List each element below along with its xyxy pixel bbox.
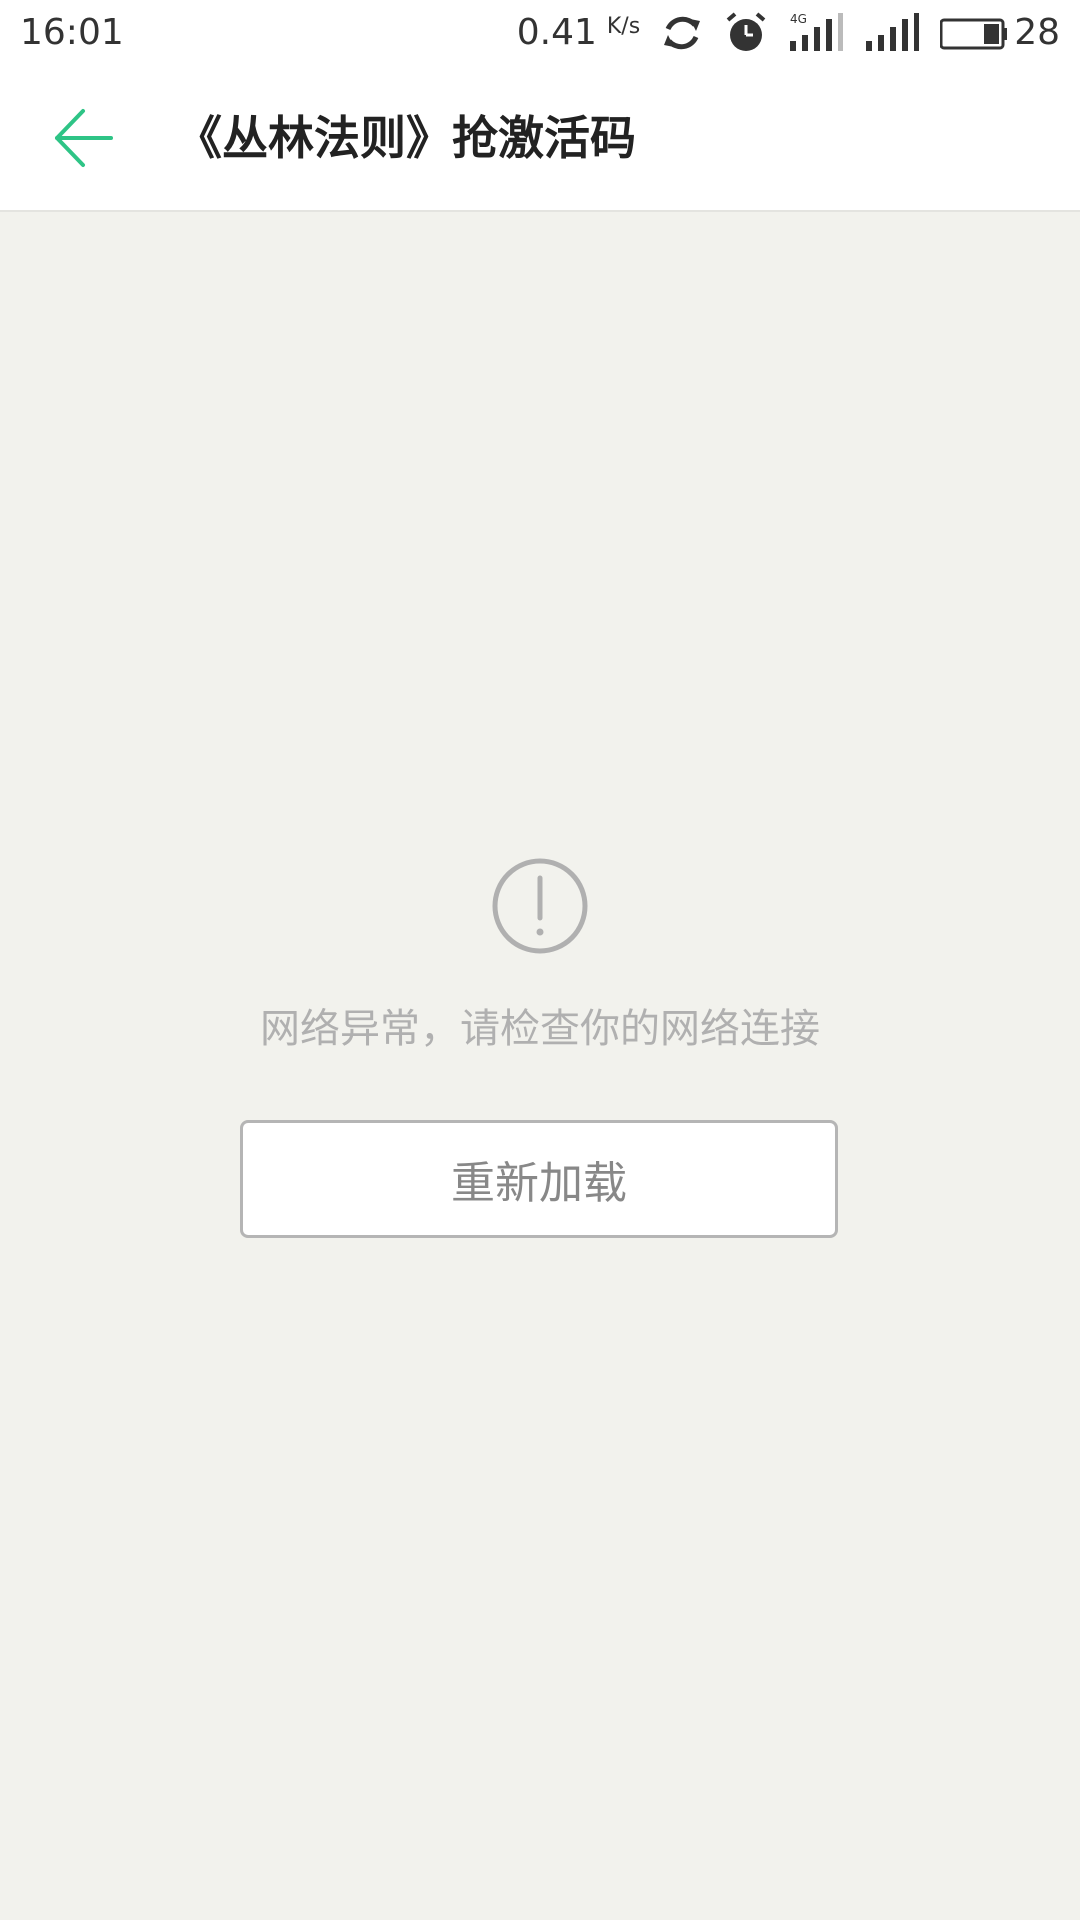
page-title: 《丛林法则》抢激活码 — [176, 111, 636, 165]
network-speed-unit: K/s — [606, 14, 641, 39]
error-message: 网络异常，请检查你的网络连接 — [260, 1006, 820, 1052]
reload-button[interactable]: 重新加载 — [240, 1120, 838, 1238]
sync-icon — [664, 16, 701, 50]
network-speed-value: 0.41 — [516, 12, 597, 53]
back-button[interactable] — [36, 98, 132, 178]
back-arrow-icon — [55, 109, 113, 167]
svg-text:4G: 4G — [790, 12, 807, 26]
exclamation-circle-icon — [492, 858, 588, 954]
signal-4g-icon: 4G — [790, 12, 844, 51]
status-indicators: 0.41 K/s 4G 28 — [517, 8, 1060, 58]
battery-percent: 28 — [1014, 12, 1060, 53]
network-error-panel: 网络异常，请检查你的网络连接 — [0, 856, 1080, 1054]
battery-icon — [940, 18, 1008, 50]
signal-icon — [866, 13, 920, 51]
status-bar: 16:01 0.41 K/s 4G 28 — [0, 0, 1080, 66]
network-speed: 0.41 K/s — [517, 12, 640, 54]
app-bar: 《丛林法则》抢激活码 — [0, 66, 1080, 212]
alarm-icon — [726, 12, 766, 51]
status-time: 16:01 — [20, 12, 124, 53]
